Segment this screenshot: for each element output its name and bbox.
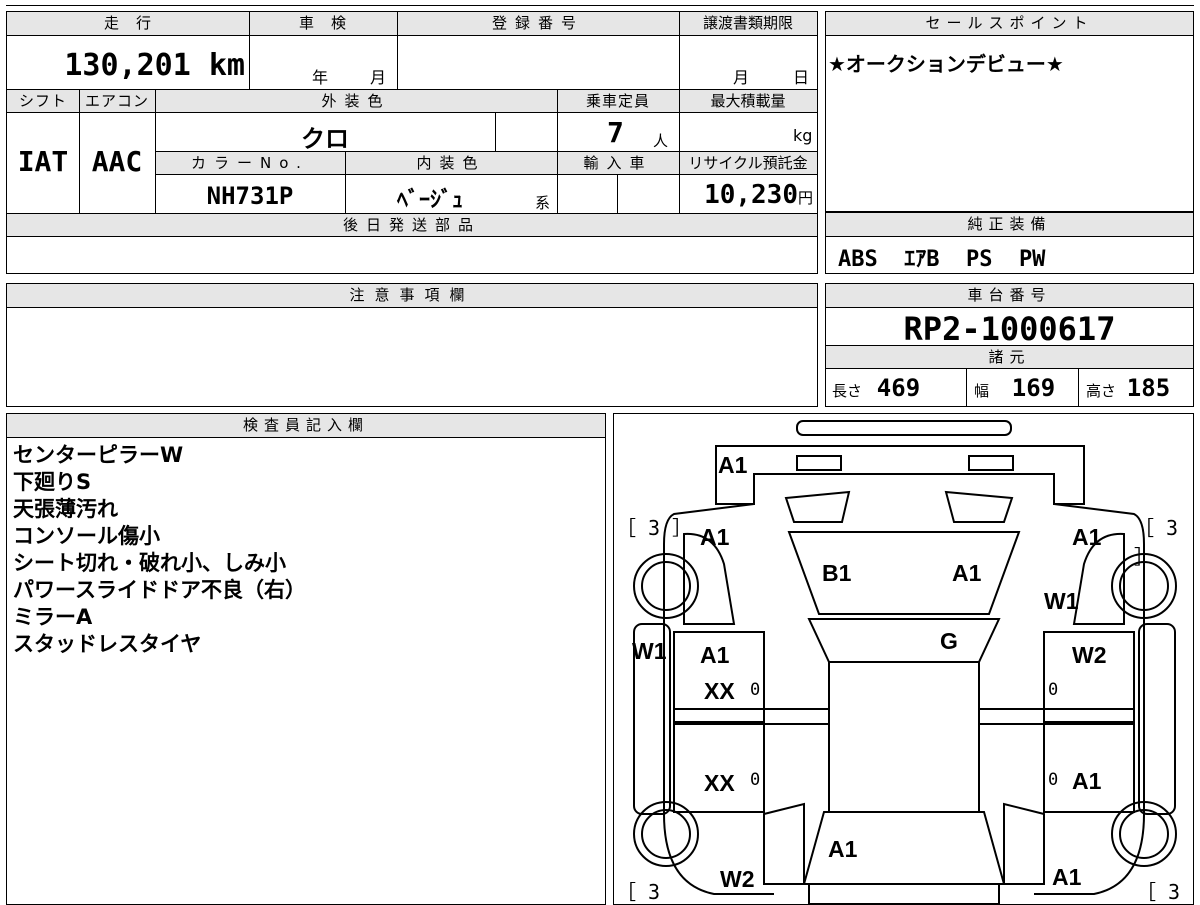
aircon-header: エアコン (79, 89, 155, 113)
inspector-note: コンソール傷小 (13, 524, 160, 548)
capacity-header: 乗車定員 (557, 89, 679, 113)
tire-left-top-grade: ［ 3 ］ (616, 516, 693, 540)
vehicle-info-table: 走 行 車 検 登録番号 譲渡書類期限 130,201 km 年 月 月 日 シ… (6, 11, 818, 274)
sales-point-box: セールスポイント ★オークションデビュー★ (825, 11, 1194, 212)
spec-length: 長さ 469 (832, 374, 920, 402)
hood-left-grade: B1 (822, 560, 852, 586)
genuine-equipment-value: ABS ｴｱB PS PW (838, 247, 1046, 272)
top-cropped-strip (6, 0, 1194, 6)
inspector-note: ミラーA (13, 605, 93, 629)
car-diagram-box: ［ 3 ］ ［ 3 ］ ［ 3 ［ 3 A1 A1 A1 B1 A1 W1 W1… (613, 413, 1194, 905)
inspector-box: 検査員記入欄 センターピラーW 下廻りS 天張薄汚れ コンソール傷小 シート切れ… (6, 413, 606, 905)
color-no-value: NH731P (206, 182, 294, 210)
windshield-grade: G (940, 628, 958, 654)
recycle-header: リサイクル預託金 (679, 151, 817, 175)
inspector-note: シート切れ・破れ小、しみ小 (13, 551, 286, 575)
capacity-value: 7 (607, 116, 624, 149)
rear-gate-grade: A1 (828, 836, 858, 862)
right-fender-w-grade: W1 (1044, 588, 1079, 614)
specs-header: 諸元 (826, 345, 1193, 369)
transfer-month-unit: 月 (733, 68, 750, 87)
rear-left-grade: W2 (720, 866, 755, 892)
sales-point-header: セールスポイント (826, 12, 1193, 36)
rear-right-door-grade: A1 (1072, 768, 1102, 794)
recycle-unit: 円 (797, 189, 813, 207)
mileage-unit: km (208, 48, 245, 83)
chassis-value: RP2-1000617 (903, 310, 1116, 348)
spec-height: 高さ 185 (1086, 374, 1170, 402)
interior-color-value: ﾍﾞｰｼﾞｭ (396, 188, 463, 213)
max-load-unit: kg (793, 126, 813, 145)
inspector-note: スタッドレスタイヤ (13, 632, 202, 656)
recycle-number: 10,230 (704, 180, 798, 210)
exterior-color-value: クロ (301, 125, 349, 153)
tire-left-bottom-grade: ［ 3 (616, 880, 661, 904)
rear-left-door-xx: XX (704, 770, 735, 796)
inspector-note: 下廻りS (13, 470, 92, 494)
caution-box: 注意事項欄 (6, 283, 818, 407)
spec-width-label: 幅 (974, 382, 990, 400)
genuine-equipment-header: 純正装備 (826, 213, 1193, 237)
tire-right-top-grade: ［ 3 ］ (1134, 516, 1179, 569)
interior-color-suffix: 系 (535, 194, 551, 212)
small-zero-mark: 0 (750, 770, 761, 790)
inspector-note: パワースライドドア不良（右） (13, 578, 306, 602)
spec-width: 幅 169 (974, 374, 1055, 402)
import-header: 輸入車 (557, 151, 679, 175)
inspector-note: センターピラーW (13, 443, 184, 467)
color-no-header: カラーNo. (155, 151, 345, 175)
max-load-header: 最大積載量 (679, 89, 817, 113)
aircon-value: AAC (91, 145, 143, 178)
shift-header: シフト (7, 89, 79, 113)
caution-header: 注意事項欄 (7, 284, 817, 308)
small-zero-mark: 0 (750, 680, 761, 700)
transfer-deadline-header: 譲渡書類期限 (679, 12, 817, 36)
small-zero-mark: 0 (1048, 680, 1059, 700)
inspection-month-unit: 月 (370, 68, 387, 87)
genuine-equipment-box: 純正装備 ABS ｴｱB PS PW (825, 212, 1194, 274)
hood-right-grade: A1 (952, 560, 982, 586)
chassis-box: 車台番号 RP2-1000617 諸元 長さ 469 幅 169 高さ 185 (825, 283, 1194, 407)
front-left-door-grade: A1 (700, 642, 730, 668)
rear-right-grade: A1 (1052, 864, 1082, 890)
transfer-day-unit: 日 (793, 68, 810, 87)
front-right-door-grade: W2 (1072, 642, 1107, 668)
front-bumper-grade: A1 (718, 452, 748, 478)
front-left-fender-grade: A1 (700, 524, 730, 550)
inspector-notes: センターピラーW 下廻りS 天張薄汚れ コンソール傷小 シート切れ・破れ小、しみ… (13, 442, 306, 658)
spec-length-label: 長さ (832, 382, 863, 400)
mileage-header: 走 行 (7, 12, 249, 36)
spec-length-value: 469 (876, 374, 921, 402)
mileage-number: 130,201 (64, 48, 191, 83)
capacity-unit: 人 (653, 132, 669, 150)
interior-color-header: 内装色 (345, 151, 557, 175)
spec-width-value: 169 (1011, 374, 1056, 402)
inspector-note: 天張薄汚れ (13, 497, 118, 521)
spec-height-value: 185 (1126, 374, 1171, 402)
inspector-header: 検査員記入欄 (7, 414, 605, 438)
inspection-year-unit: 年 (312, 68, 329, 87)
chassis-header: 車台番号 (826, 284, 1193, 308)
later-parts-header: 後日発送部品 (7, 213, 817, 237)
mileage-value: 130,201 km (7, 48, 245, 84)
tire-right-bottom-grade: ［ 3 (1136, 880, 1181, 904)
front-left-door-xx: XX (704, 678, 735, 704)
sales-point-text: ★オークションデビュー★ (828, 52, 1064, 76)
exterior-color-header: 外装色 (155, 89, 557, 113)
inspection-header: 車 検 (249, 12, 397, 36)
recycle-value: 10,230円 (679, 180, 813, 210)
front-right-fender-grade: A1 (1072, 524, 1102, 550)
small-zero-mark: 0 (1048, 770, 1059, 790)
spec-height-label: 高さ (1086, 382, 1117, 400)
left-pillar-w-grade: W1 (632, 638, 667, 664)
shift-value: IAT (17, 145, 69, 178)
registration-header: 登録番号 (397, 12, 679, 36)
